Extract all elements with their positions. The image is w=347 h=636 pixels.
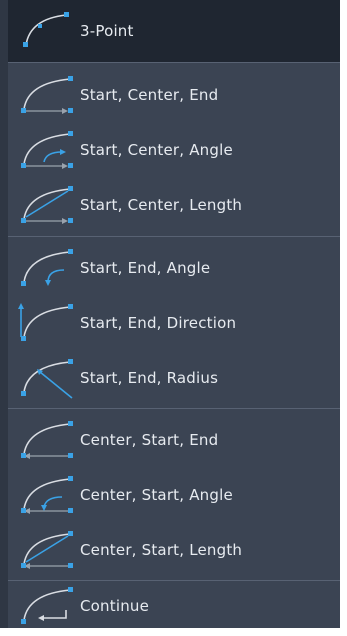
menu-left-rail — [0, 0, 8, 636]
menu-separator — [8, 580, 340, 581]
menu-item-label: Start, Center, Length — [80, 196, 243, 214]
arc-start-center-end-icon — [8, 68, 80, 122]
arc-dropdown-menu: 3-Point Start, Center, End Start, Center… — [0, 0, 347, 636]
arc-center-start-angle-icon — [8, 468, 80, 522]
arc-start-end-angle-icon — [8, 241, 80, 295]
menu-separator — [8, 236, 340, 237]
menu-item-label: Center, Start, Angle — [80, 486, 233, 504]
menu-item-label: Start, End, Direction — [80, 314, 237, 332]
window-edge — [0, 628, 347, 636]
menu-item-continue[interactable]: Continue — [8, 584, 340, 628]
menu-item-start-center-end[interactable]: Start, Center, End — [8, 68, 340, 122]
menu-item-start-end-direction[interactable]: Start, End, Direction — [8, 296, 340, 350]
arc-start-end-radius-icon — [8, 351, 80, 405]
menu-item-center-start-length[interactable]: Center, Start, Length — [8, 523, 340, 577]
menu-item-center-start-end[interactable]: Center, Start, End — [8, 413, 340, 467]
arc-3point-icon — [8, 0, 80, 62]
arc-center-start-end-icon — [8, 413, 80, 467]
window-edge — [340, 0, 347, 636]
menu-item-start-end-radius[interactable]: Start, End, Radius — [8, 351, 340, 405]
menu-item-label: Start, Center, Angle — [80, 141, 233, 159]
arc-start-end-direction-icon — [8, 296, 80, 350]
menu-item-start-center-angle[interactable]: Start, Center, Angle — [8, 123, 340, 177]
arc-continue-icon — [8, 584, 80, 628]
menu-item-label: Center, Start, End — [80, 431, 219, 449]
menu-item-label: Start, End, Radius — [80, 369, 219, 387]
menu-item-start-end-angle[interactable]: Start, End, Angle — [8, 241, 340, 295]
menu-separator — [8, 408, 340, 409]
arc-center-start-length-icon — [8, 523, 80, 577]
menu-separator — [8, 62, 340, 63]
menu-item-3-point[interactable]: 3-Point — [8, 0, 340, 62]
arc-start-center-length-icon — [8, 178, 80, 232]
menu-item-label: Start, Center, End — [80, 86, 219, 104]
menu-item-label: Center, Start, Length — [80, 541, 243, 559]
menu-item-label: Continue — [80, 597, 150, 615]
arc-start-center-angle-icon — [8, 123, 80, 177]
menu-item-start-center-length[interactable]: Start, Center, Length — [8, 178, 340, 232]
menu-item-label: Start, End, Angle — [80, 259, 211, 277]
menu-item-label: 3-Point — [80, 22, 134, 40]
menu-item-center-start-angle[interactable]: Center, Start, Angle — [8, 468, 340, 522]
